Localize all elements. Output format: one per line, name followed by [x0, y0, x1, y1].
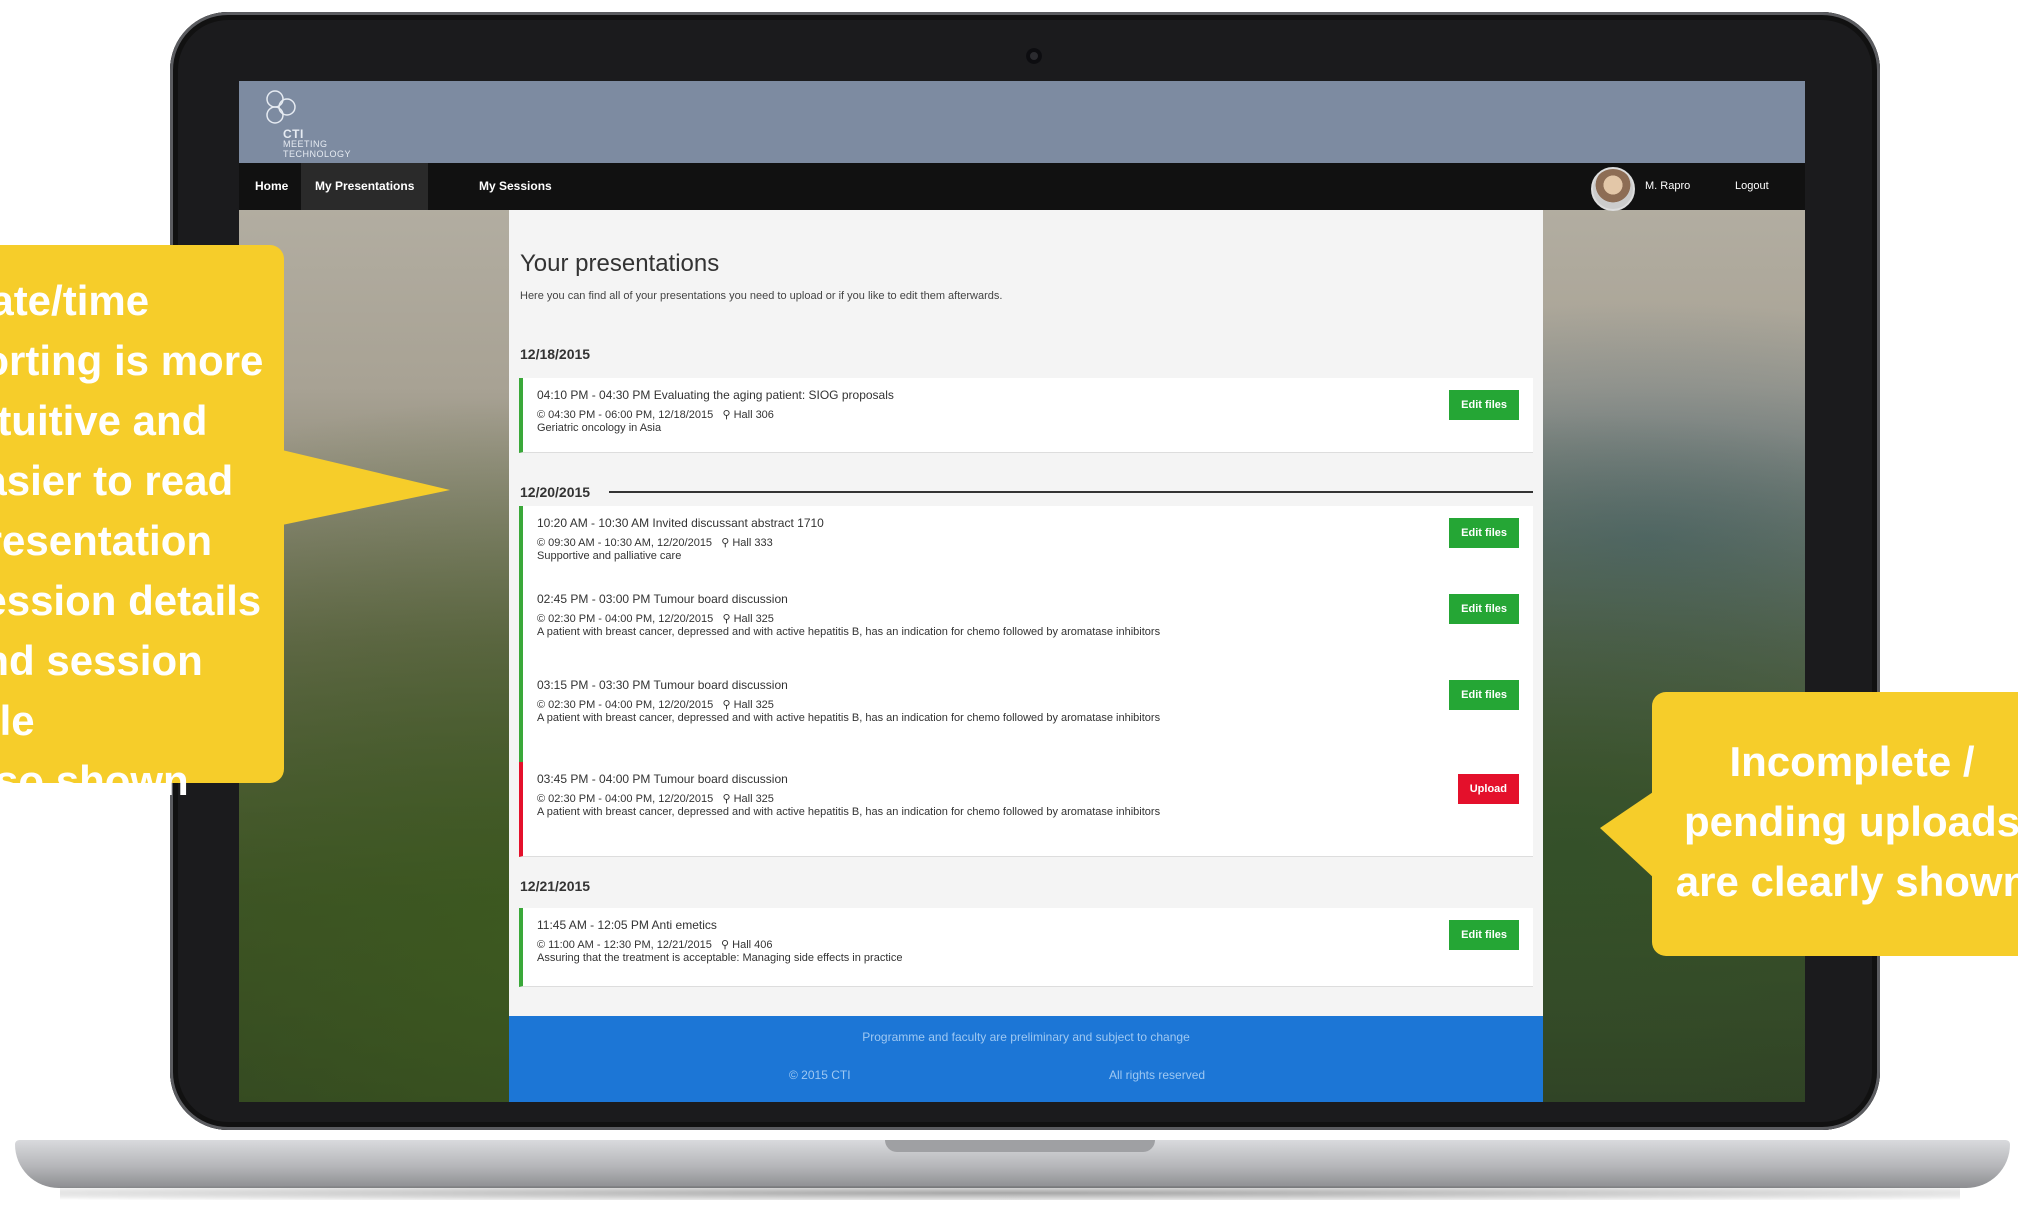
- callout-line: and session title: [0, 637, 203, 744]
- site-logo[interactable]: CTI MEETING TECHNOLOGY: [261, 89, 381, 159]
- callout-line: presentation: [0, 517, 213, 564]
- session-topic: A patient with breast cancer, depressed …: [537, 626, 1161, 638]
- session-time: © 02:30 PM - 04:00 PM, 12/20/2015: [537, 613, 714, 625]
- session-time: © 02:30 PM - 04:00 PM, 12/20/2015: [537, 699, 714, 711]
- laptop-base: [15, 1140, 2010, 1188]
- callout-line: sorting is more: [0, 337, 264, 384]
- presentation-title: 03:45 PM - 04:00 PM Tumour board discuss…: [537, 772, 788, 786]
- presentation-title: 04:10 PM - 04:30 PM Evaluating the aging…: [537, 388, 894, 402]
- presentation-card: 11:45 AM - 12:05 PM Anti emetics © 11:00…: [519, 908, 1533, 987]
- session-time: © 02:30 PM - 04:00 PM, 12/20/2015: [537, 793, 714, 805]
- presentation-card-pending: 03:45 PM - 04:00 PM Tumour board discuss…: [519, 762, 1533, 857]
- footer-note: Programme and faculty are preliminary an…: [862, 1030, 1190, 1044]
- site-footer: Programme and faculty are preliminary an…: [509, 1016, 1543, 1102]
- callout-pointer-left: [282, 450, 450, 525]
- logo-line-2: MEETING: [283, 139, 328, 149]
- callout-date-sorting: Date/time sorting is more intuitive and …: [0, 245, 284, 804]
- session-room: Hall 325: [733, 613, 774, 625]
- screen: CTI MEETING TECHNOLOGY Home My Presentat…: [239, 81, 1805, 1102]
- date-heading: 12/18/2015: [520, 346, 591, 362]
- logo-line-1: CTI: [283, 127, 304, 141]
- page-title: Your presentations: [520, 250, 720, 277]
- presentation-title: 11:45 AM - 12:05 PM Anti emetics: [537, 918, 717, 932]
- avatar[interactable]: [1591, 167, 1635, 211]
- presentation-card: 03:15 PM - 03:30 PM Tumour board discuss…: [519, 668, 1533, 763]
- session-room: Hall 325: [733, 793, 774, 805]
- edit-files-button[interactable]: Edit files: [1449, 594, 1519, 624]
- edit-files-button[interactable]: Edit files: [1449, 518, 1519, 548]
- edit-files-button[interactable]: Edit files: [1449, 920, 1519, 950]
- presentation-title: 02:45 PM - 03:00 PM Tumour board discuss…: [537, 592, 788, 606]
- presentations-panel: Your presentations Here you can find all…: [509, 210, 1543, 1102]
- callout-line: Date/time: [0, 277, 150, 324]
- session-topic: Geriatric oncology in Asia: [537, 422, 662, 434]
- date-heading: 12/21/2015: [520, 878, 591, 894]
- callout-line: session details: [0, 577, 262, 624]
- page-subtitle: Here you can find all of your presentati…: [520, 290, 1003, 302]
- nav-home[interactable]: Home: [255, 163, 288, 210]
- edit-files-button[interactable]: Edit files: [1449, 680, 1519, 710]
- nav-my-sessions[interactable]: My Sessions: [479, 163, 552, 210]
- session-info: © 09:30 AM - 10:30 AM, 12/20/2015 ⚲ Hall…: [537, 537, 773, 549]
- presentation-card: 02:45 PM - 03:00 PM Tumour board discuss…: [519, 582, 1533, 669]
- callout-pending-uploads: Incomplete / pending uploads are clearly…: [1652, 692, 2018, 956]
- callout-line: intuitive and: [0, 397, 208, 444]
- user-name[interactable]: M. Rapro: [1645, 163, 1690, 210]
- session-room: Hall 306: [733, 409, 774, 421]
- logout-link[interactable]: Logout: [1735, 163, 1769, 210]
- callout-line: Incomplete /: [1729, 738, 1975, 785]
- session-room: Hall 333: [732, 537, 773, 549]
- date-heading: 12/20/2015: [520, 484, 591, 500]
- callout-line: pending uploads: [1684, 798, 2018, 845]
- session-topic: A patient with breast cancer, depressed …: [537, 806, 1161, 818]
- presentation-title: 10:20 AM - 10:30 AM Invited discussant a…: [537, 516, 824, 530]
- session-topic: Assuring that the treatment is acceptabl…: [537, 952, 903, 964]
- laptop-shadow: [60, 1186, 1960, 1200]
- callout-line: easier to read: [0, 457, 234, 504]
- logo-line-3: TECHNOLOGY: [283, 149, 352, 159]
- session-info: © 02:30 PM - 04:00 PM, 12/20/2015 ⚲ Hall…: [537, 613, 774, 625]
- footer-rights: All rights reserved: [1109, 1068, 1206, 1082]
- site-header: CTI MEETING TECHNOLOGY: [239, 81, 1805, 163]
- navbar: Home My Presentations My Sessions: [239, 163, 1805, 210]
- session-time: © 11:00 AM - 12:30 PM, 12/21/2015: [537, 939, 712, 951]
- camera-icon: [1026, 48, 1042, 64]
- footer-copyright: © 2015 CTI: [789, 1068, 851, 1082]
- nav-my-presentations[interactable]: My Presentations: [301, 163, 429, 210]
- session-topic: Supportive and palliative care: [537, 550, 682, 562]
- session-topic: A patient with breast cancer, depressed …: [537, 712, 1161, 724]
- callout-line: are clearly shown: [1675, 858, 2018, 905]
- edit-files-button[interactable]: Edit files: [1449, 390, 1519, 420]
- laptop-notch: [885, 1140, 1155, 1152]
- upload-button[interactable]: Upload: [1457, 774, 1519, 804]
- presentation-title: 03:15 PM - 03:30 PM Tumour board discuss…: [537, 678, 788, 692]
- date-divider: [609, 491, 1533, 493]
- session-time: © 04:30 PM - 06:00 PM, 12/18/2015: [537, 409, 714, 421]
- session-room: Hall 406: [732, 939, 773, 951]
- session-time: © 09:30 AM - 10:30 AM, 12/20/2015: [537, 537, 713, 549]
- callout-pointer-right: [1600, 790, 1656, 880]
- presentation-card: 10:20 AM - 10:30 AM Invited discussant a…: [519, 506, 1533, 583]
- session-info: © 02:30 PM - 04:00 PM, 12/20/2015 ⚲ Hall…: [537, 793, 774, 805]
- session-info: © 02:30 PM - 04:00 PM, 12/20/2015 ⚲ Hall…: [537, 699, 774, 711]
- logo-wordmark: CTI MEETING TECHNOLOGY: [283, 127, 352, 159]
- session-info: © 11:00 AM - 12:30 PM, 12/21/2015 ⚲ Hall…: [537, 939, 773, 951]
- presentation-card: 04:10 PM - 04:30 PM Evaluating the aging…: [519, 378, 1533, 453]
- session-info: © 04:30 PM - 06:00 PM, 12/18/2015 ⚲ Hall…: [537, 409, 774, 421]
- callout-line: also shown: [0, 757, 189, 804]
- session-room: Hall 325: [733, 699, 774, 711]
